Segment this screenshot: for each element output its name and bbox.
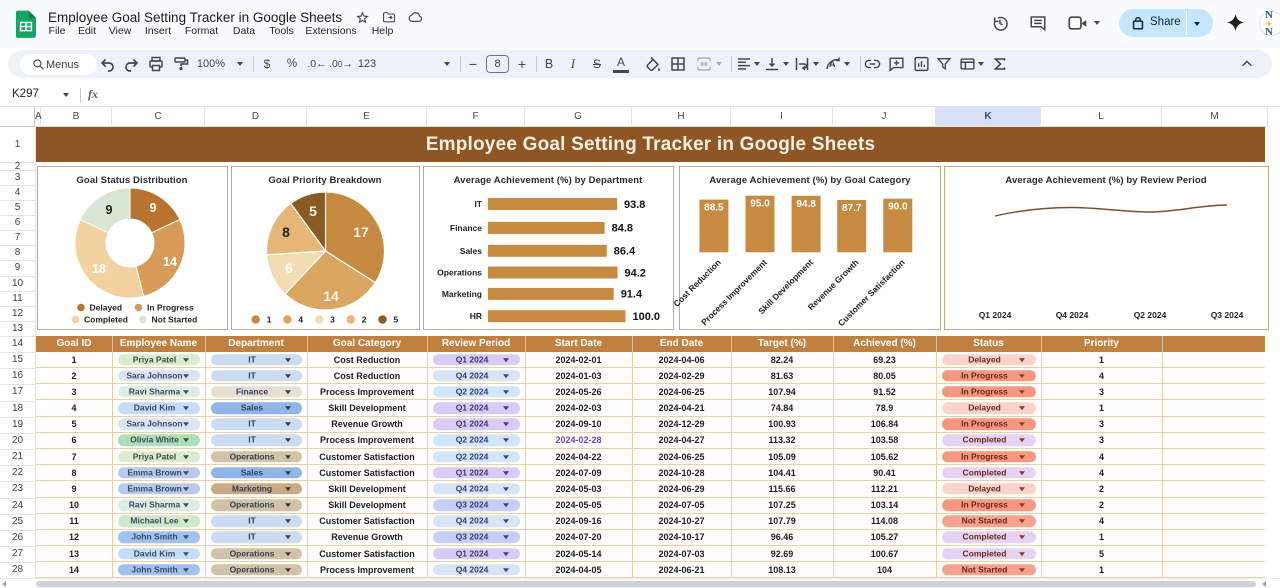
svg-text:Q3 2024: Q3 2024 (1211, 310, 1244, 320)
svg-text:9: 9 (106, 203, 113, 217)
svg-text:86.4: 86.4 (614, 246, 636, 258)
svg-text:94.2: 94.2 (625, 267, 646, 279)
svg-text:Average Achievement (%) by Dep: Average Achievement (%) by Department (454, 175, 644, 186)
svg-text:90.0: 90.0 (888, 202, 908, 213)
svg-text:4: 4 (298, 315, 303, 325)
svg-text:88.5: 88.5 (704, 203, 724, 214)
svg-text:9: 9 (150, 201, 157, 215)
svg-text:2: 2 (362, 315, 367, 325)
svg-text:IT: IT (474, 199, 482, 209)
svg-text:5: 5 (394, 315, 399, 325)
svg-text:100.0: 100.0 (633, 311, 661, 323)
svg-text:Average Achievement (%) by Goa: Average Achievement (%) by Goal Category (709, 175, 911, 186)
svg-text:Q4 2024: Q4 2024 (1056, 310, 1089, 320)
svg-text:In Progress: In Progress (147, 303, 194, 313)
svg-text:Marketing: Marketing (442, 289, 482, 299)
svg-text:Cost Reduction: Cost Reduction (671, 257, 722, 308)
svg-text:Q2 2024: Q2 2024 (1134, 310, 1167, 320)
svg-text:Operations: Operations (437, 268, 482, 278)
svg-text:93.8: 93.8 (624, 199, 645, 211)
svg-text:87.7: 87.7 (842, 203, 862, 214)
svg-text:HR: HR (470, 311, 482, 321)
svg-text:Not Started: Not Started (152, 315, 198, 325)
svg-text:94.8: 94.8 (796, 199, 816, 210)
svg-text:91.4: 91.4 (621, 289, 643, 301)
svg-text:Q1 2024: Q1 2024 (979, 310, 1012, 320)
svg-text:3: 3 (330, 315, 335, 325)
svg-text:A: A (829, 59, 836, 69)
svg-text:Completed: Completed (84, 315, 128, 325)
svg-text:95.0: 95.0 (750, 199, 770, 210)
svg-text:Finance: Finance (450, 223, 482, 233)
svg-text:17: 17 (353, 224, 369, 240)
svg-text:5: 5 (309, 203, 317, 219)
svg-text:Goal Status Distribution: Goal Status Distribution (76, 175, 187, 186)
svg-text:Average Achievement (%) by Rev: Average Achievement (%) by Review Period (1005, 175, 1206, 186)
svg-text:14: 14 (323, 288, 339, 304)
svg-text:Delayed: Delayed (90, 303, 123, 313)
svg-text:14: 14 (163, 255, 177, 269)
svg-text:1: 1 (267, 315, 272, 325)
svg-text:Sales: Sales (460, 246, 482, 256)
svg-text:6: 6 (285, 260, 293, 276)
svg-text:84.8: 84.8 (612, 223, 633, 235)
svg-text:Goal Priority Breakdown: Goal Priority Breakdown (268, 175, 381, 186)
svg-text:8: 8 (282, 224, 290, 240)
svg-text:18: 18 (92, 262, 106, 276)
